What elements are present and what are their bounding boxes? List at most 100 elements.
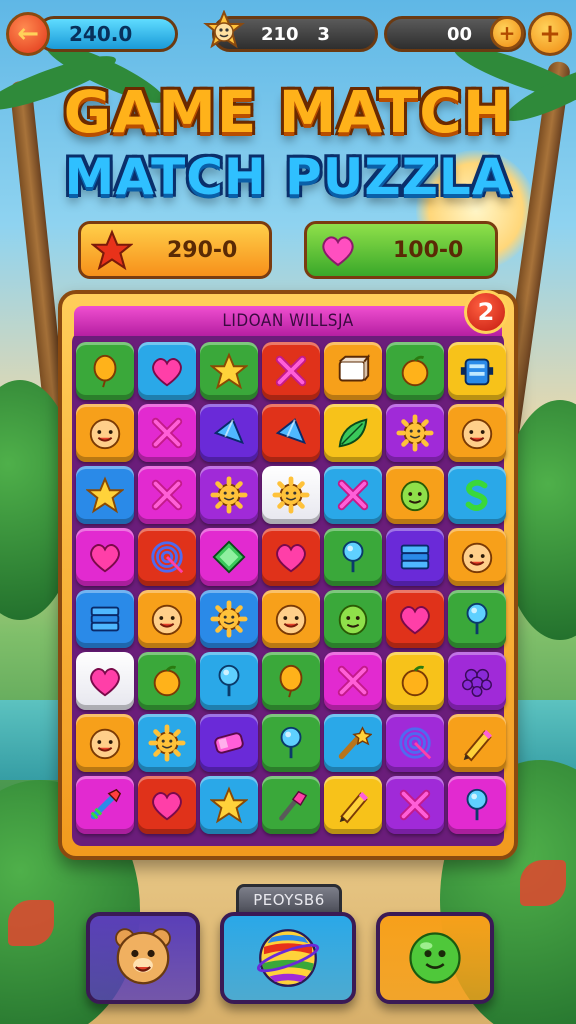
bear-icon: [115, 928, 171, 985]
tile-x[interactable]: [262, 342, 320, 400]
tile-heart[interactable]: [76, 528, 134, 586]
tile-star[interactable]: [200, 776, 258, 834]
pin-icon: [466, 602, 488, 635]
tile-cube[interactable]: [324, 342, 382, 400]
tile-pin[interactable]: [448, 590, 506, 648]
arrow-icon: [90, 788, 122, 820]
face-icon: [275, 604, 307, 636]
heart-score-value: 100-0: [393, 237, 464, 263]
tile-x[interactable]: [138, 404, 196, 462]
tile-dart[interactable]: [262, 776, 320, 834]
stack-icon: [90, 606, 120, 632]
blob-booster-button[interactable]: [376, 912, 494, 1004]
coins-value: 240.0: [69, 22, 133, 46]
tile-pin[interactable]: [262, 714, 320, 772]
tile-x[interactable]: [138, 466, 196, 524]
tile-diamond[interactable]: [200, 528, 258, 586]
tile-face[interactable]: [76, 714, 134, 772]
tile-s[interactable]: [448, 466, 506, 524]
tile-gear[interactable]: [386, 404, 444, 462]
tile-stack[interactable]: [76, 590, 134, 648]
tile-heart[interactable]: [386, 590, 444, 648]
tile-grape[interactable]: [448, 652, 506, 710]
face-icon: [89, 728, 121, 760]
plus-icon: +: [498, 21, 516, 45]
x-icon: [337, 665, 369, 697]
add-coins-button[interactable]: +: [528, 12, 572, 56]
tile-face[interactable]: [448, 404, 506, 462]
diamond-icon: [212, 540, 246, 574]
tile-x[interactable]: [324, 652, 382, 710]
tile-eggface[interactable]: [324, 590, 382, 648]
balloon-icon: [279, 664, 303, 698]
tile-pencil[interactable]: [324, 776, 382, 834]
beach-ball-booster-button[interactable]: [220, 912, 356, 1004]
tile-candy[interactable]: [200, 714, 258, 772]
tile-orange[interactable]: [386, 342, 444, 400]
tile-gear[interactable]: [200, 466, 258, 524]
tile-x[interactable]: [324, 466, 382, 524]
tile-robot[interactable]: [448, 342, 506, 400]
tile-gear[interactable]: [138, 714, 196, 772]
eggface-icon: [400, 480, 430, 512]
balloon-icon: [93, 354, 117, 388]
pin-icon: [280, 726, 302, 759]
tile-gem[interactable]: [200, 404, 258, 462]
tile-pencil[interactable]: [448, 714, 506, 772]
tile-face[interactable]: [262, 590, 320, 648]
tile-balloon[interactable]: [262, 652, 320, 710]
tile-gem[interactable]: [262, 404, 320, 462]
tile-heart[interactable]: [76, 652, 134, 710]
back-arrow-icon: ←: [17, 19, 39, 49]
tile-leaf[interactable]: [324, 404, 382, 462]
tile-heart[interactable]: [262, 528, 320, 586]
game-subtitle: MATCH PUZZLA: [64, 148, 512, 206]
tile-face[interactable]: [138, 590, 196, 648]
tile-x[interactable]: [386, 776, 444, 834]
tile-pin[interactable]: [200, 652, 258, 710]
tile-swirl[interactable]: [138, 528, 196, 586]
dart-icon: [279, 790, 308, 821]
tile-orange[interactable]: [386, 652, 444, 710]
star-score-panel: 290-0: [78, 221, 272, 279]
tile-star[interactable]: [200, 342, 258, 400]
tile-wand[interactable]: [324, 714, 382, 772]
tile-balloon[interactable]: [76, 342, 134, 400]
tile-face[interactable]: [76, 404, 134, 462]
face-icon: [461, 418, 493, 450]
pin-icon: [466, 788, 488, 821]
bear-booster-button[interactable]: [86, 912, 200, 1004]
tile-gear[interactable]: [200, 590, 258, 648]
tile-pin[interactable]: [448, 776, 506, 834]
x-icon: [399, 789, 431, 821]
tile-pin[interactable]: [324, 528, 382, 586]
x-icon: [337, 479, 369, 511]
tile-swirl[interactable]: [386, 714, 444, 772]
board-header-label: LIDOAN WILLSJA: [222, 311, 354, 331]
tile-orange[interactable]: [138, 652, 196, 710]
tile-heart[interactable]: [138, 776, 196, 834]
add-gems-button[interactable]: +: [490, 16, 524, 50]
gem-icon: [275, 418, 307, 445]
eggface-icon: [338, 604, 368, 636]
gear-icon: [272, 476, 310, 514]
stack-icon: [400, 544, 430, 570]
tile-star[interactable]: [76, 466, 134, 524]
orange-icon: [153, 665, 181, 697]
flower: [520, 860, 566, 906]
plus-icon: +: [539, 19, 561, 49]
x-icon: [151, 479, 183, 511]
tile-stack[interactable]: [386, 528, 444, 586]
coins-counter: 240.0: [36, 16, 178, 52]
tile-eggface[interactable]: [386, 466, 444, 524]
pencil-icon: [339, 791, 368, 824]
tile-gear[interactable]: [262, 466, 320, 524]
tile-heart[interactable]: [138, 342, 196, 400]
back-button[interactable]: ←: [6, 12, 50, 56]
face-icon: [89, 418, 121, 450]
heart-score-panel: 100-0: [304, 221, 498, 279]
tile-face[interactable]: [448, 528, 506, 586]
x-icon: [151, 417, 183, 449]
tile-arrow[interactable]: [76, 776, 134, 834]
swirl-icon: [151, 541, 184, 574]
